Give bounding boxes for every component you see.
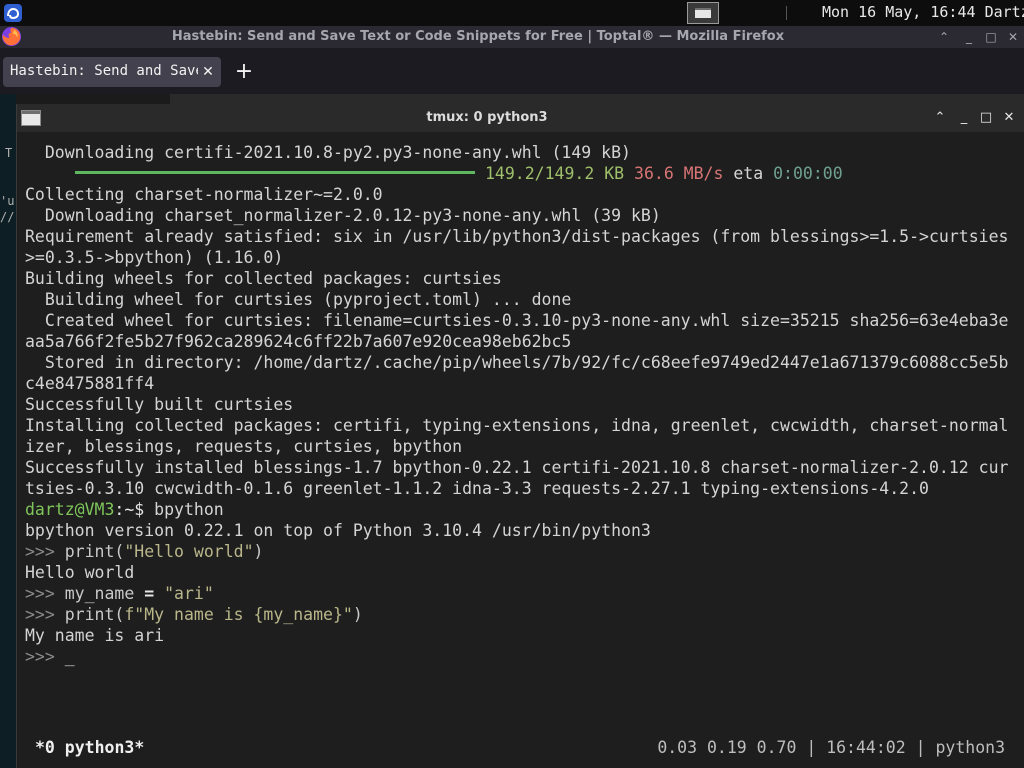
bg-char: // [0, 210, 15, 224]
chevron-up-icon[interactable]: ⌃ [931, 109, 949, 127]
firefox-maximize-button[interactable]: □ [982, 28, 1000, 46]
download-progress-bar [75, 171, 475, 174]
repl-input-line: >>> my_name = "ari" [25, 583, 214, 604]
browser-page-content: T 'u // [0, 94, 16, 768]
repl-func: print( [64, 542, 125, 561]
top-panel: Mon 16 May, 16:44 Dartz [0, 0, 1024, 26]
bg-char: T [5, 146, 13, 160]
new-tab-button[interactable]: + [232, 61, 256, 86]
shell-prompt-line: dartz@VM3:~$ bpython [25, 499, 224, 520]
progress-eta-label: eta [733, 164, 764, 183]
progress-size: 149.2/149.2 KB [485, 164, 625, 183]
terminal-line: Building wheels for collected packages: … [25, 269, 502, 288]
browser-toolbar-edge [170, 94, 1024, 104]
window-switcher-icon[interactable] [687, 2, 719, 24]
terminal-line: c4e8475881ff4 [25, 374, 155, 393]
repl-output-line: My name is ari [25, 626, 165, 645]
repl-paren: ) [253, 542, 264, 561]
terminal-line: Stored in directory: /home/dartz/.cache/… [25, 353, 1009, 372]
terminal-window-title: tmux: 0 python3 [426, 110, 548, 125]
terminal-line: tsies-0.3.10 cwcwidth-0.1.6 greenlet-1.1… [25, 479, 929, 498]
firefox-tab-strip: Hastebin: Send and Save Text or Code Sni… [0, 48, 1024, 94]
terminal-line: Requirement already satisfied: six in /u… [25, 227, 1009, 246]
bg-char: 'u [0, 194, 15, 208]
repl-string: f"My name is {my_name}" [124, 605, 353, 624]
prompt-command: bpython [144, 500, 224, 519]
repl-prompt: >>> [25, 584, 55, 603]
terminal-line: Collecting charset-normalizer~=2.0.0 [25, 185, 383, 204]
repl-identifier: my_name [64, 584, 135, 603]
maximize-button[interactable]: □ [977, 109, 995, 127]
repl-string: "ari" [164, 584, 214, 603]
repl-input-line: >>> print("Hello world") [25, 541, 263, 562]
terminal-line: Building wheel for curtsies (pyproject.t… [25, 290, 572, 309]
terminal-line: Downloading charset_normalizer-2.0.12-py… [25, 206, 661, 225]
close-button[interactable]: ✕ [1000, 109, 1018, 127]
panel-divider [786, 6, 787, 20]
repl-prompt: >>> [25, 542, 55, 561]
terminal-line: Installing collected packages: certifi, … [25, 416, 1009, 435]
prompt-user: dartz@VM3 [25, 500, 115, 519]
terminal-line: aa5a766f2fe5b27f962ca289624c6ff22b7a607e… [25, 332, 572, 351]
repl-func: print( [64, 605, 125, 624]
progress-speed: 36.6 MB/s [634, 164, 724, 183]
minimize-button[interactable]: _ [955, 109, 973, 127]
repl-prompt: >>> [25, 605, 55, 624]
progress-eta: 0:00:00 [773, 164, 843, 183]
terminal-titlebar[interactable]: tmux: 0 python3 ⌃ _ □ ✕ [17, 104, 1024, 132]
terminal-line: Downloading certifi-2021.10.8-py2.py3-no… [25, 143, 631, 162]
repl-operator: = [134, 584, 165, 603]
progress-status-line: 149.2/149.2 KB 36.6 MB/s eta 0:00:00 [485, 163, 843, 184]
desktop-apps-icon[interactable] [3, 3, 23, 23]
terminal-line: >=0.3.5->bpython) (1.16.0) [25, 248, 284, 267]
tab-hastebin[interactable]: Hastebin: Send and Save Text or Code Sni… [3, 57, 221, 87]
terminal-line: Created wheel for curtsies: filename=cur… [25, 311, 1009, 330]
repl-output-line: Hello world [25, 563, 135, 582]
terminal-line: Successfully built curtsies [25, 395, 294, 414]
firefox-window-title: Hastebin: Send and Save Text or Code Sni… [171, 29, 785, 44]
terminal-window[interactable]: tmux: 0 python3 ⌃ _ □ ✕ Downloading cert… [16, 104, 1024, 768]
prompt-path: :~$ [114, 500, 145, 519]
terminal-line: Successfully installed blessings-1.7 bpy… [25, 458, 1009, 477]
panel-username: Dartz [984, 3, 1024, 21]
tab-close-icon[interactable]: ✕ [200, 63, 216, 81]
tmux-window-list[interactable]: *0 python3* [35, 738, 144, 757]
tmux-status-right: 0.03 0.19 0.70 | 16:44:02 | python3 [657, 738, 1005, 757]
clock-text: Mon 16 May, 16:44 [822, 3, 976, 21]
panel-clock[interactable]: Mon 16 May, 16:44 Dartz [822, 3, 1024, 21]
terminal-line: izer, blessings, requests, curtsies, bpy… [25, 437, 463, 456]
firefox-close-button[interactable]: ✕ [1004, 28, 1022, 46]
firefox-minimize-up-button[interactable]: ⌃ [935, 28, 953, 46]
repl-active-line[interactable]: >>> _ [25, 646, 75, 667]
repl-prompt: >>> [25, 647, 55, 666]
repl-paren: ) [352, 605, 363, 624]
tmux-status-bar: *0 python3* 0.03 0.19 0.70 | 16:44:02 | … [17, 728, 1024, 768]
repl-input-line: >>> print(f"My name is {my_name}") [25, 604, 363, 625]
repl-string: "Hello world" [124, 542, 254, 561]
firefox-titlebar: Hastebin: Send and Save Text or Code Sni… [0, 26, 1024, 48]
text-cursor: _ [64, 647, 75, 666]
firefox-minimize-button[interactable]: _ [960, 28, 978, 46]
terminal-line: bpython version 0.22.1 on top of Python … [25, 521, 651, 540]
terminal-output[interactable]: Downloading certifi-2021.10.8-py2.py3-no… [17, 132, 1024, 768]
tab-label: Hastebin: Send and Save Text or Code Sni… [10, 63, 198, 79]
